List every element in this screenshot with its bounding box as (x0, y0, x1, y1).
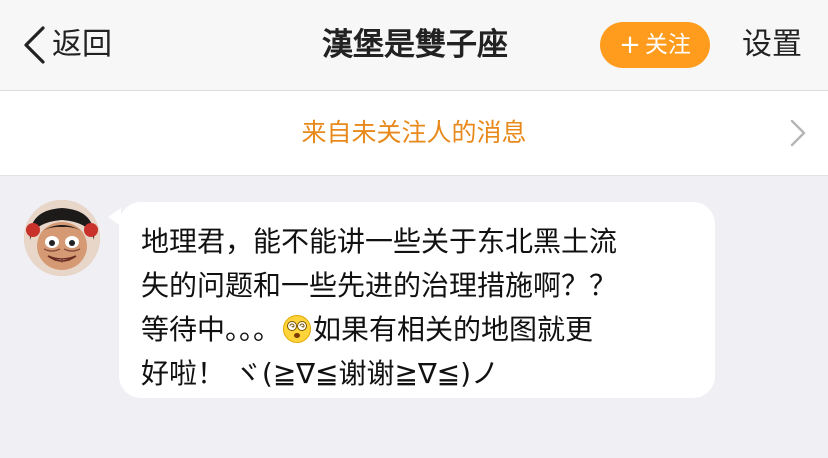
message-line-4: 好啦！ ヾ(≧∇≦谢谢≧∇≦)ノ (141, 357, 500, 390)
page-title: 漢堡是雙子座 (322, 27, 508, 63)
plus-icon: + (619, 30, 641, 60)
back-button[interactable]: 返回 (22, 22, 112, 68)
message-text: 等待中。。。 (141, 313, 282, 346)
stranger-message-banner[interactable]: 来自未关注人的消息 (0, 91, 828, 176)
message-line-1: 地理君，能不能讲一些关于东北黑土流 (141, 225, 618, 258)
dizzy-face-emoji-icon (283, 315, 312, 343)
cartoon-face-icon (24, 200, 100, 276)
chevron-right-icon (790, 119, 806, 147)
avatar[interactable] (24, 200, 100, 276)
message-bubble[interactable]: 地理君，能不能讲一些关于东北黑土流 失的问题和一些先进的治理措施啊？？ 等待中。… (119, 202, 715, 398)
follow-label: 关注 (644, 32, 691, 58)
back-label: 返回 (52, 27, 112, 62)
message-text: 如果有相关的地图就更 (313, 313, 594, 346)
top-nav-bar: 返回 漢堡是雙子座 + 关注 设置 (0, 0, 828, 91)
follow-button[interactable]: + 关注 (600, 22, 710, 68)
banner-label: 来自未关注人的消息 (301, 118, 527, 147)
message-line-3: 等待中。。。 如果有相关的地图就更 (141, 308, 693, 352)
chevron-left-icon (24, 26, 45, 64)
message-line-2: 失的问题和一些先进的治理措施啊？？ (141, 269, 618, 302)
settings-button[interactable]: 设置 (742, 22, 802, 68)
